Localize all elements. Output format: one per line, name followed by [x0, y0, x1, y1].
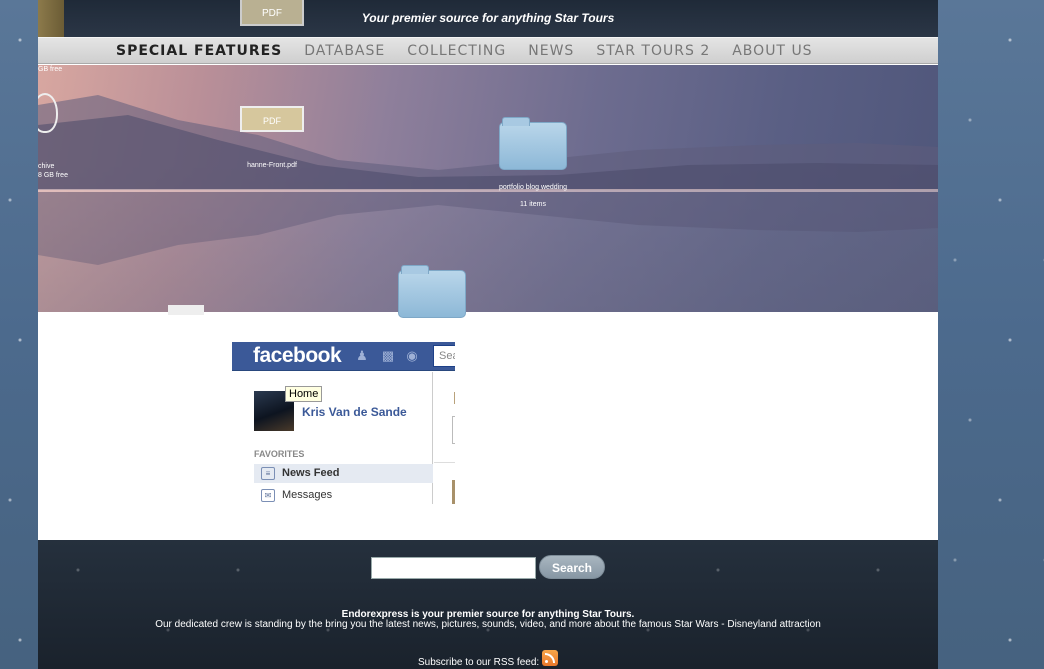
search-button[interactable]: Search: [539, 555, 605, 579]
folder-name-label: portfolio blog wedding: [498, 184, 568, 191]
news-feed-icon: ≡: [261, 467, 275, 480]
drive-free-space: 8 GB free: [38, 172, 68, 179]
main-navigation: Special Features Database Collecting New…: [38, 37, 938, 64]
pdf-file-name: hanne-Front.pdf: [247, 162, 297, 169]
sidebar-item-messages[interactable]: ✉ Messages: [254, 486, 433, 504]
messages-icon[interactable]: ▩: [380, 348, 396, 364]
footer-description: Our dedicated crew is standing by the br…: [155, 619, 821, 630]
facebook-search-input[interactable]: Sea: [433, 345, 455, 367]
lake-mountains-illustration: [38, 95, 938, 312]
content-divider: [452, 480, 455, 504]
rss-label: Subscribe to our RSS feed:: [418, 657, 540, 668]
facebook-left-column: Home Kris Van de Sande FAVORITES ≡ News …: [232, 372, 433, 504]
rss-feed-icon[interactable]: [542, 650, 558, 666]
document-icon-partial[interactable]: [168, 305, 204, 315]
content-separator: [434, 462, 455, 463]
pdf-thumb-label: PDF: [263, 116, 281, 126]
site-header: PDF Your premier source for anything Sta…: [38, 0, 938, 37]
sidebar-item-news-feed[interactable]: ≡ News Feed: [254, 464, 433, 483]
site-tagline: Your premier source for anything Star To…: [361, 11, 615, 25]
search-input[interactable]: [371, 557, 536, 579]
nav-collecting[interactable]: Collecting: [407, 42, 506, 60]
profile-name-link[interactable]: Kris Van de Sande: [302, 405, 407, 419]
nav-about-us[interactable]: About Us: [732, 42, 812, 60]
facebook-top-bar: facebook ♟ ▩ ◉ Sea: [232, 342, 455, 371]
facebook-logo[interactable]: facebook: [253, 344, 342, 368]
favorites-heading: FAVORITES: [254, 449, 305, 459]
folder-count-label: 11 items: [520, 201, 546, 208]
nav-news[interactable]: News: [528, 42, 574, 60]
hero-desktop-screenshot: GB free chive 8 GB free PDF hanne-Front.…: [38, 65, 938, 318]
content-divider: [454, 392, 455, 404]
drive-free-label: GB free: [38, 66, 63, 73]
friend-requests-icon[interactable]: ♟: [354, 348, 370, 364]
drive-name-label: chive: [38, 163, 55, 170]
folder-icon[interactable]: [499, 117, 567, 170]
status-box-edge: [452, 416, 455, 444]
sidebar-item-label: News Feed: [282, 467, 340, 479]
page-container: PDF Your premier source for anything Sta…: [38, 0, 938, 669]
nav-database[interactable]: Database: [304, 42, 385, 60]
nav-special-features[interactable]: Special Features: [116, 42, 282, 60]
nav-star-tours-2[interactable]: Star Tours 2: [596, 42, 710, 60]
folder-icon-partial[interactable]: [398, 265, 466, 318]
sidebar-item-label: Messages: [282, 489, 333, 501]
facebook-screenshot: facebook ♟ ▩ ◉ Sea Home Kris Van de Sand…: [232, 342, 455, 504]
notifications-globe-icon[interactable]: ◉: [404, 348, 420, 364]
home-tooltip: Home: [285, 386, 323, 402]
site-footer: Search Endorexpress is your premier sour…: [38, 540, 938, 669]
messages-icon: ✉: [261, 489, 275, 502]
pdf-thumbnail-icon[interactable]: PDF: [240, 106, 304, 132]
